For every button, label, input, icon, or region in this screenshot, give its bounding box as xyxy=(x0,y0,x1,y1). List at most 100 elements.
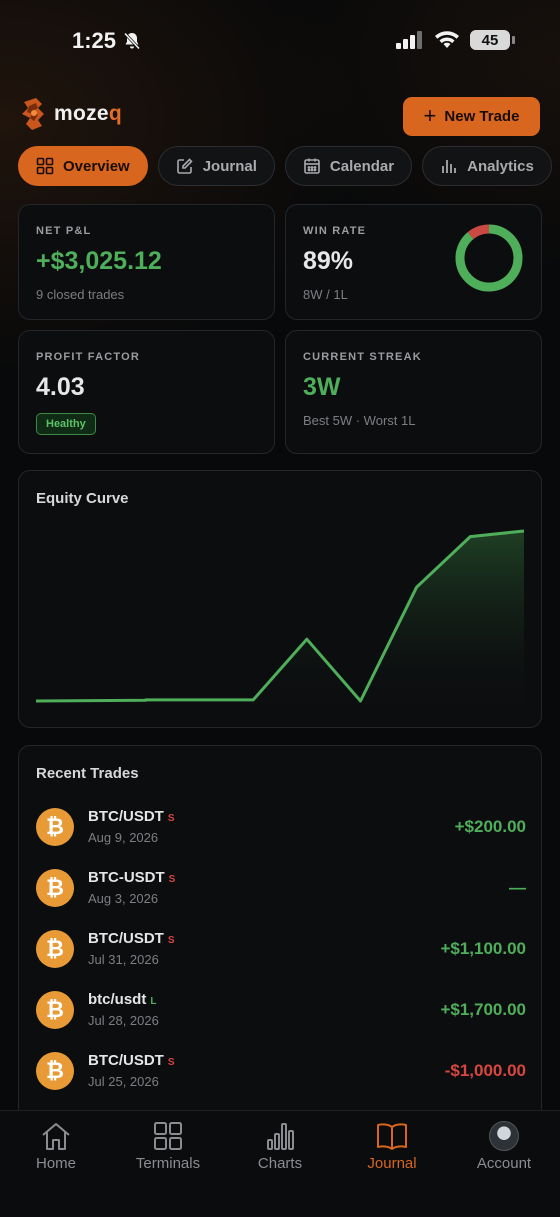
status-time: 1:25 xyxy=(72,28,142,54)
equity-area xyxy=(36,531,524,721)
nav-journal[interactable]: Journal xyxy=(336,1121,448,1172)
nav-journal-label: Journal xyxy=(367,1155,417,1172)
terminals-grid-icon xyxy=(154,1122,182,1150)
trade-side: S xyxy=(167,813,175,824)
trade-amount: — xyxy=(509,878,526,897)
trade-date: Jul 31, 2026 xyxy=(88,952,159,967)
tab-analytics[interactable]: Analytics xyxy=(422,146,552,186)
nav-charts-label: Charts xyxy=(257,1155,303,1172)
current-streak-card[interactable]: CURRENT STREAK 3W Best 5W · Worst 1L xyxy=(285,330,542,454)
calendar-icon xyxy=(304,158,320,174)
status-bar: 1:25 45 xyxy=(0,0,560,84)
trade-pair-text: BTC/USDT xyxy=(88,1052,164,1069)
plus-icon: + xyxy=(423,102,437,128)
tab-analytics-label: Analytics xyxy=(467,157,534,175)
nav-home[interactable]: Home xyxy=(0,1121,112,1172)
trade-amount: -$1,000.00 xyxy=(444,1061,526,1080)
trade-date: Aug 3, 2026 xyxy=(88,891,159,906)
trade-pair: BTC/USDT S xyxy=(88,808,175,825)
grid-icon xyxy=(36,157,54,175)
nav-account[interactable]: Account xyxy=(448,1121,560,1172)
trade-pair: BTC/USDT S xyxy=(88,930,175,947)
brand-accent: q xyxy=(108,102,123,125)
trade-amount: +$200.00 xyxy=(454,817,526,836)
wifi-icon xyxy=(435,31,459,48)
cellular-signal-icon xyxy=(396,31,422,49)
new-trade-label: New Trade xyxy=(444,108,520,125)
equity-curve-chart xyxy=(35,529,525,721)
donut-win-arc xyxy=(455,224,523,292)
new-trade-button[interactable]: + New Trade xyxy=(403,97,540,136)
net-pnl-subtext: 9 closed trades xyxy=(36,287,125,302)
trade-side: S xyxy=(168,874,176,885)
tab-overview[interactable]: Overview xyxy=(18,146,148,186)
bitcoin-icon: ₿ xyxy=(36,869,74,907)
net-pnl-label: NET P&L xyxy=(36,225,92,237)
trade-row[interactable]: ₿ btc/usdt L Jul 28, 2026 +$1,700.00 xyxy=(36,991,526,1031)
avatar xyxy=(489,1121,519,1151)
brand-main: moze xyxy=(54,102,109,125)
trade-pair: BTC/USDT S xyxy=(88,1052,175,1069)
book-icon xyxy=(377,1123,407,1150)
trade-amount: +$1,100.00 xyxy=(440,939,526,958)
profit-factor-value: 4.03 xyxy=(36,373,85,401)
trade-pair-text: btc/usdt xyxy=(88,991,147,1008)
win-rate-donut xyxy=(455,224,523,292)
trade-pair: btc/usdt L xyxy=(88,991,156,1008)
brand-name: mozeq xyxy=(54,102,122,126)
trade-date: Jul 25, 2026 xyxy=(88,1074,159,1089)
bitcoin-icon: ₿ xyxy=(36,1052,74,1090)
profit-factor-card[interactable]: PROFIT FACTOR 4.03 Healthy xyxy=(18,330,275,454)
tab-overview-label: Overview xyxy=(63,157,130,175)
charts-icon xyxy=(267,1123,294,1150)
trade-amount: +$1,700.00 xyxy=(440,1000,526,1019)
edit-icon xyxy=(176,158,193,174)
trade-row[interactable]: ₿ BTC/USDT S Jul 25, 2026 -$1,000.00 xyxy=(36,1052,526,1092)
trade-row[interactable]: ₿ BTC/USDT S Aug 9, 2026 +$200.00 xyxy=(36,808,526,848)
battery-indicator: 45 xyxy=(470,30,515,50)
trade-row[interactable]: ₿ BTC/USDT S Jul 31, 2026 +$1,100.00 xyxy=(36,930,526,970)
profit-factor-badge: Healthy xyxy=(36,413,96,435)
streak-label: CURRENT STREAK xyxy=(303,351,422,363)
nav-account-label: Account xyxy=(476,1155,532,1172)
bitcoin-icon: ₿ xyxy=(36,930,74,968)
trade-pair-text: BTC/USDT xyxy=(88,930,164,947)
trade-side: S xyxy=(167,1057,175,1068)
win-rate-subtext: 8W / 1L xyxy=(303,287,348,302)
profit-factor-label: PROFIT FACTOR xyxy=(36,351,141,363)
brand-logo-icon xyxy=(22,98,44,130)
win-rate-value: 89% xyxy=(303,247,354,275)
nav-terminals-label: Terminals xyxy=(135,1155,201,1172)
equity-curve-card: Equity Curve xyxy=(18,470,542,728)
recent-trades-title: Recent Trades xyxy=(36,765,139,782)
tab-bar: Overview Journal Calendar Analytics xyxy=(18,146,560,186)
app-header: mozeq + New Trade xyxy=(18,96,540,136)
tab-journal-label: Journal xyxy=(202,157,257,175)
recent-trades-card: Recent Trades ₿ BTC/USDT S Aug 9, 2026 +$… xyxy=(18,745,542,1125)
streak-subtext: Best 5W · Worst 1L xyxy=(303,413,416,428)
bitcoin-icon: ₿ xyxy=(36,808,74,846)
trade-row[interactable]: ₿ BTC-USDT S Aug 3, 2026 — xyxy=(36,869,526,909)
trade-pair-text: BTC-USDT xyxy=(88,869,165,886)
bottom-nav: Home Terminals Charts Journal Account xyxy=(0,1110,560,1217)
trade-pair: BTC-USDT S xyxy=(88,869,175,886)
nav-charts[interactable]: Charts xyxy=(224,1121,336,1172)
trade-pair-text: BTC/USDT xyxy=(88,808,164,825)
bar-chart-icon xyxy=(442,160,457,173)
bitcoin-icon: ₿ xyxy=(36,991,74,1029)
tab-journal[interactable]: Journal xyxy=(157,146,275,186)
trade-side: L xyxy=(150,996,157,1007)
tab-calendar[interactable]: Calendar xyxy=(284,146,413,186)
streak-value: 3W xyxy=(303,373,341,401)
bell-muted-icon xyxy=(123,32,141,50)
status-time-text: 1:25 xyxy=(72,28,117,53)
trade-date: Aug 9, 2026 xyxy=(88,830,159,845)
net-pnl-card[interactable]: NET P&L +$3,025.12 9 closed trades xyxy=(18,204,275,320)
nav-terminals[interactable]: Terminals xyxy=(112,1121,224,1172)
win-rate-card[interactable]: WIN RATE 89% 8W / 1L xyxy=(285,204,542,320)
tab-calendar-label: Calendar xyxy=(329,157,395,175)
win-rate-label: WIN RATE xyxy=(303,225,367,237)
app-logo[interactable]: mozeq xyxy=(18,96,122,132)
trade-date: Jul 28, 2026 xyxy=(88,1013,159,1028)
trade-side: S xyxy=(167,935,175,946)
